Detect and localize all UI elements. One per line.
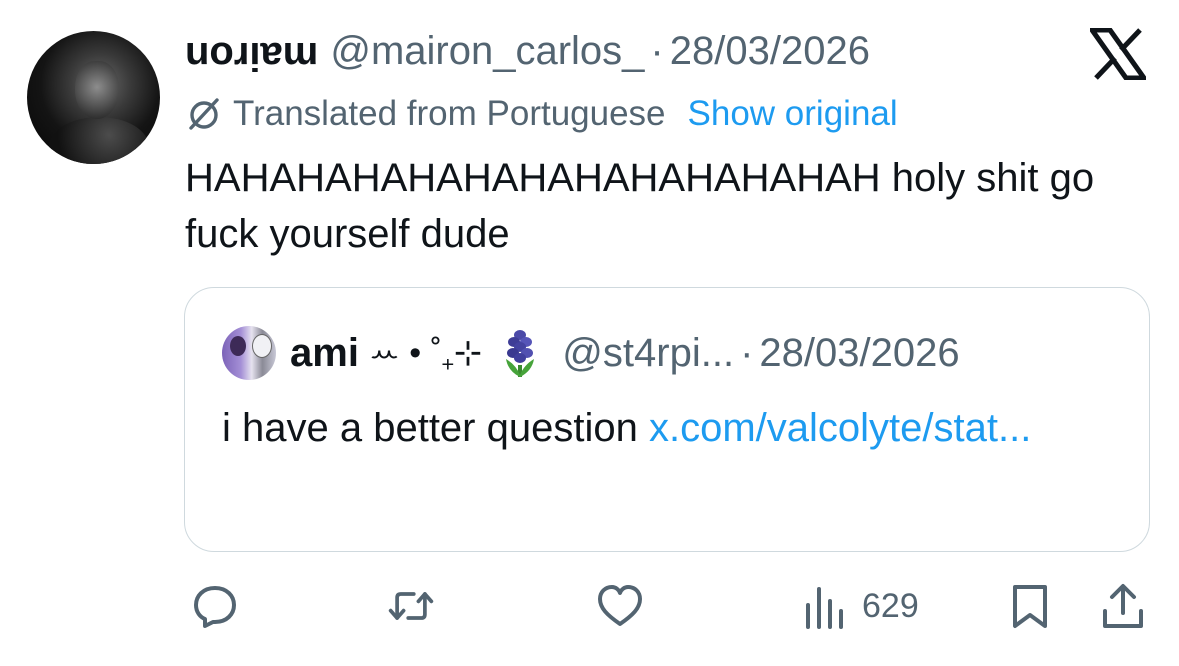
header-separator: ·	[650, 28, 664, 73]
quoted-author-name-decoration: ꕀ • ˚₊⊹	[368, 334, 483, 372]
translate-icon	[189, 98, 219, 130]
quoted-author-display-name[interactable]: ami	[290, 331, 359, 376]
translation-row: Translated from Portuguese Show original	[185, 93, 898, 135]
retweet-button[interactable]	[386, 578, 436, 634]
quoted-tweet-link[interactable]: x.com/valcolyte/stat...	[649, 406, 1031, 450]
avatar-figure-right	[252, 334, 272, 358]
quoted-header-separator: ·	[740, 330, 754, 375]
translated-label: Translated from Portuguese	[233, 94, 666, 133]
action-bar: 629	[0, 578, 1179, 634]
quoted-tweet-date[interactable]: 28/03/2026	[759, 331, 959, 376]
quoted-tweet-card[interactable]: ami ꕀ • ˚₊⊹ @st4rpi... · 28/03/2026 i ha…	[184, 287, 1150, 552]
avatar-body	[49, 117, 149, 164]
reply-button[interactable]	[190, 578, 240, 634]
views-icon	[806, 587, 843, 629]
like-button[interactable]	[595, 578, 645, 634]
bookmark-button[interactable]	[1005, 578, 1055, 634]
hyacinth-icon	[506, 330, 535, 377]
quoted-tweet-header: ami ꕀ • ˚₊⊹ @st4rpi... · 28/03/2026	[222, 323, 960, 383]
reply-icon	[194, 586, 236, 628]
avatar-figure-left	[230, 336, 246, 356]
tweet-text: HAHAHAHAHAHAHAHAHAHAHAHAH holy shit go f…	[185, 156, 1095, 256]
retweet-icon	[388, 592, 434, 620]
quoted-tweet-text-block: i have a better question x.com/valcolyte…	[222, 398, 1102, 458]
views-button[interactable]: 629	[800, 578, 919, 634]
quoted-author-avatar[interactable]	[222, 326, 276, 380]
author-display-name[interactable]: uoɹᴉɐɯ	[185, 29, 318, 74]
show-original-link[interactable]: Show original	[688, 94, 898, 134]
x-logo-icon	[1090, 28, 1146, 80]
author-avatar[interactable]	[27, 31, 160, 164]
quoted-author-handle[interactable]: @st4rpi...	[562, 331, 734, 376]
views-count: 629	[862, 586, 919, 625]
avatar-face	[75, 61, 119, 119]
share-button[interactable]	[1098, 578, 1148, 634]
share-icon	[1103, 584, 1143, 628]
heart-icon	[598, 585, 642, 626]
tweet-date[interactable]: 28/03/2026	[670, 29, 870, 74]
quoted-tweet-text: i have a better question	[222, 406, 638, 450]
bookmark-icon	[1013, 585, 1047, 628]
tweet-header: uoɹᴉɐɯ @mairon_carlos_ · 28/03/2026	[185, 26, 870, 76]
author-handle[interactable]: @mairon_carlos_	[330, 29, 644, 74]
